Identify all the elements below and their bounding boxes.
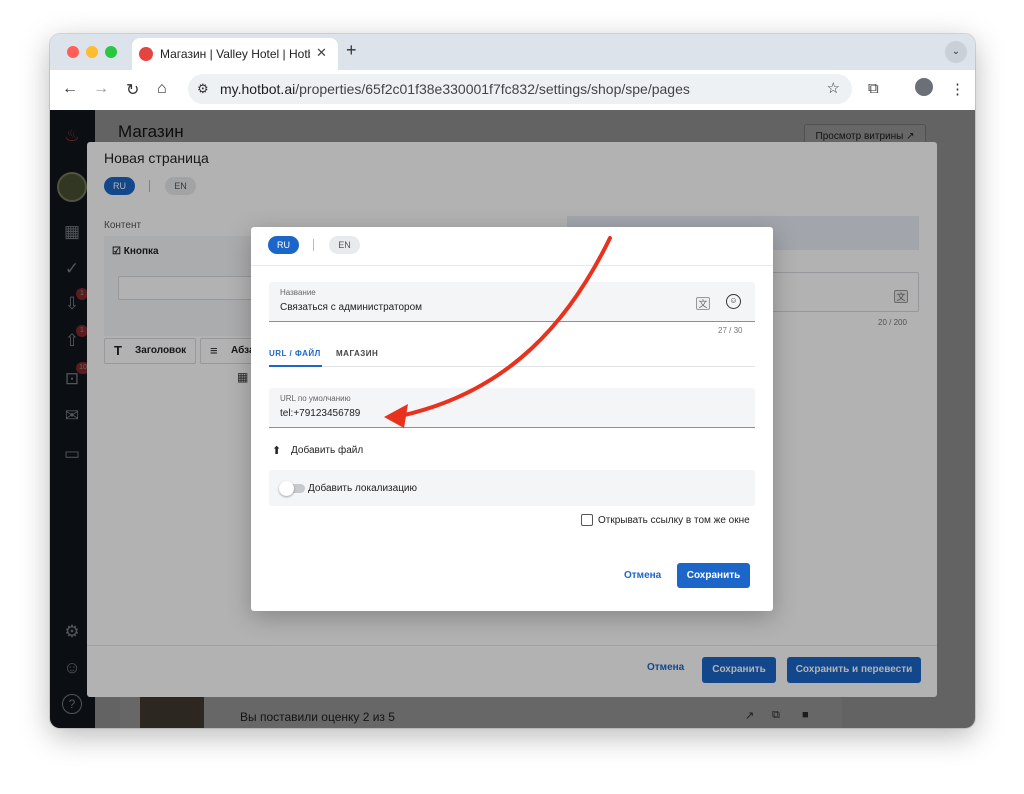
default-url-field[interactable]: URL по умолчанию tel:+79123456789: [269, 388, 755, 428]
lang-ru-chip[interactable]: RU: [268, 236, 299, 254]
name-field-label: Название: [280, 288, 316, 297]
home-icon[interactable]: ⌂: [157, 80, 167, 98]
toggle-knob[interactable]: [279, 481, 294, 496]
extensions-icon[interactable]: ⧉: [868, 80, 879, 97]
tab-search-button[interactable]: ⌄: [945, 41, 967, 63]
default-url-value[interactable]: tel:+79123456789: [280, 408, 360, 419]
link-type-tabs: URL / ФАЙЛ МАГАЗИН: [269, 349, 755, 367]
save-button[interactable]: Сохранить: [677, 563, 750, 588]
localization-label: Добавить локализацию: [308, 483, 418, 494]
emoji-icon[interactable]: ☺: [726, 294, 741, 309]
browser-window: Магазин | Valley Hotel | Hotbot ✕ + ⌄ ← …: [50, 34, 975, 728]
button-settings-dialog: RU EN Название Связаться с администратор…: [251, 227, 773, 611]
name-field[interactable]: Название Связаться с администратором 文 ☺: [269, 282, 755, 322]
browser-tab[interactable]: Магазин | Valley Hotel | Hotbot ✕: [132, 38, 338, 70]
forward-icon[interactable]: →: [93, 80, 109, 98]
favicon-icon: [139, 47, 153, 61]
back-icon[interactable]: ←: [62, 80, 78, 98]
tab-title: Магазин | Valley Hotel | Hotbot: [160, 47, 310, 61]
maximize-window-button[interactable]: [105, 46, 117, 58]
localization-panel: Добавить локализацию: [269, 470, 755, 506]
translate-icon[interactable]: 文: [696, 297, 710, 310]
url-text: my.hotbot.ai/properties/65f2c01f38e33000…: [220, 81, 690, 97]
lang-en-chip[interactable]: EN: [329, 236, 360, 254]
new-tab-button[interactable]: +: [346, 40, 357, 61]
tab-url-file[interactable]: URL / ФАЙЛ: [269, 349, 321, 358]
char-counter: 27 / 30: [718, 326, 743, 335]
divider: [251, 265, 773, 266]
upload-icon: ⬆: [272, 445, 282, 457]
name-field-value[interactable]: Связаться с администратором: [280, 302, 422, 313]
url-path: /properties/65f2c01f38e330001f7fc832/set…: [295, 81, 690, 97]
default-url-label: URL по умолчанию: [280, 394, 351, 403]
dialog-header: RU EN: [251, 227, 773, 265]
cancel-button[interactable]: Отмена: [624, 570, 661, 581]
tab-close-icon[interactable]: ✕: [316, 45, 327, 61]
browser-toolbar: ← → ↻ ⌂ ⚙ my.hotbot.ai/properties/65f2c0…: [50, 70, 975, 110]
url-domain: my.hotbot.ai: [220, 81, 296, 97]
address-bar[interactable]: ⚙ my.hotbot.ai/properties/65f2c01f38e330…: [188, 74, 852, 104]
browser-menu-icon[interactable]: ⋮: [950, 80, 965, 98]
add-file-label: Добавить файл: [291, 445, 364, 456]
same-window-label: Открывать ссылку в том же окне: [598, 515, 750, 526]
reload-icon[interactable]: ↻: [126, 80, 139, 100]
active-tab-indicator: [269, 365, 322, 367]
site-info-icon[interactable]: ⚙: [197, 81, 209, 97]
divider: [313, 239, 314, 251]
tab-bar: Магазин | Valley Hotel | Hotbot ✕ + ⌄: [50, 34, 975, 70]
tab-shop[interactable]: МАГАЗИН: [336, 349, 378, 358]
minimize-window-button[interactable]: [86, 46, 98, 58]
close-window-button[interactable]: [67, 46, 79, 58]
profile-avatar[interactable]: [915, 78, 933, 96]
bookmark-star-icon[interactable]: ☆: [827, 79, 840, 97]
same-window-checkbox[interactable]: [581, 514, 593, 526]
web-viewport: ♨ ▦ ✓ ⇩ 1 ⇧ 1 ⊡ 10 ✉ ▭ ⚙ ☺ ? Магазин Про…: [50, 110, 975, 728]
